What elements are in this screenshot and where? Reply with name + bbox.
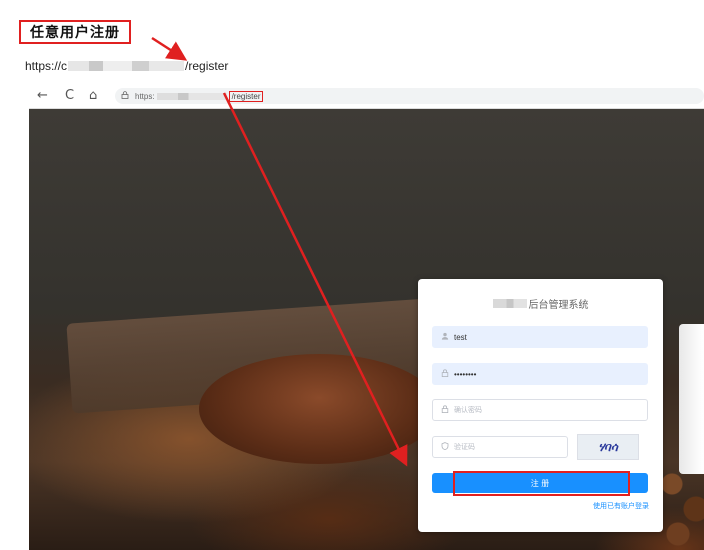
- confirm-password-placeholder: 确认密码: [454, 406, 482, 414]
- password-value: ••••••••: [454, 369, 477, 379]
- arrow-to-url: [151, 36, 188, 61]
- address-bar[interactable]: https: /register: [115, 88, 704, 104]
- lock-icon: [439, 369, 451, 379]
- background-coffee: [199, 354, 439, 464]
- form-title: 后台管理系统: [418, 296, 663, 311]
- back-arrow-icon[interactable]: ←: [37, 88, 48, 104]
- redacted-mask: [68, 61, 185, 71]
- annotation-url-suffix: /register: [185, 59, 229, 73]
- lock-icon: [439, 405, 451, 415]
- password-field[interactable]: ••••••••: [432, 363, 648, 385]
- shield-icon: [439, 442, 451, 452]
- home-icon[interactable]: ⌂: [89, 88, 97, 104]
- background-cup: [679, 324, 704, 474]
- username-value: test: [454, 332, 467, 342]
- annotation-title: 任意用户注册: [30, 25, 120, 41]
- confirm-password-field[interactable]: 确认密码: [432, 399, 648, 421]
- captcha-field[interactable]: 验证码: [432, 436, 568, 458]
- annotation-url: https://c /register: [25, 59, 228, 73]
- annotation-url-prefix: https://c: [25, 59, 68, 73]
- address-path-highlight: /register: [228, 90, 264, 102]
- lock-icon: [121, 91, 129, 101]
- captcha-image[interactable]: ሃባሳ: [577, 434, 639, 460]
- username-field[interactable]: test: [432, 326, 648, 348]
- form-title-text: 后台管理系统: [528, 300, 589, 311]
- login-link[interactable]: 使用已有账户登录: [593, 501, 649, 511]
- redacted-mask: [492, 299, 527, 308]
- browser-toolbar: ← C ⌂ https: /register: [29, 86, 704, 109]
- address-prefix: https:: [135, 91, 155, 101]
- annotation-title-box: 任意用户注册: [19, 20, 131, 44]
- user-icon: [439, 332, 451, 342]
- register-button[interactable]: 注 册: [432, 473, 648, 493]
- captcha-image-text: ሃባሳ: [598, 439, 618, 454]
- redacted-mask: [156, 92, 227, 100]
- captcha-placeholder: 验证码: [454, 443, 475, 451]
- register-card: 后台管理系统 test •••••••• 确认密码 验证码 ሃባሳ 注 册 使用…: [418, 279, 663, 532]
- reload-icon[interactable]: C: [65, 88, 74, 104]
